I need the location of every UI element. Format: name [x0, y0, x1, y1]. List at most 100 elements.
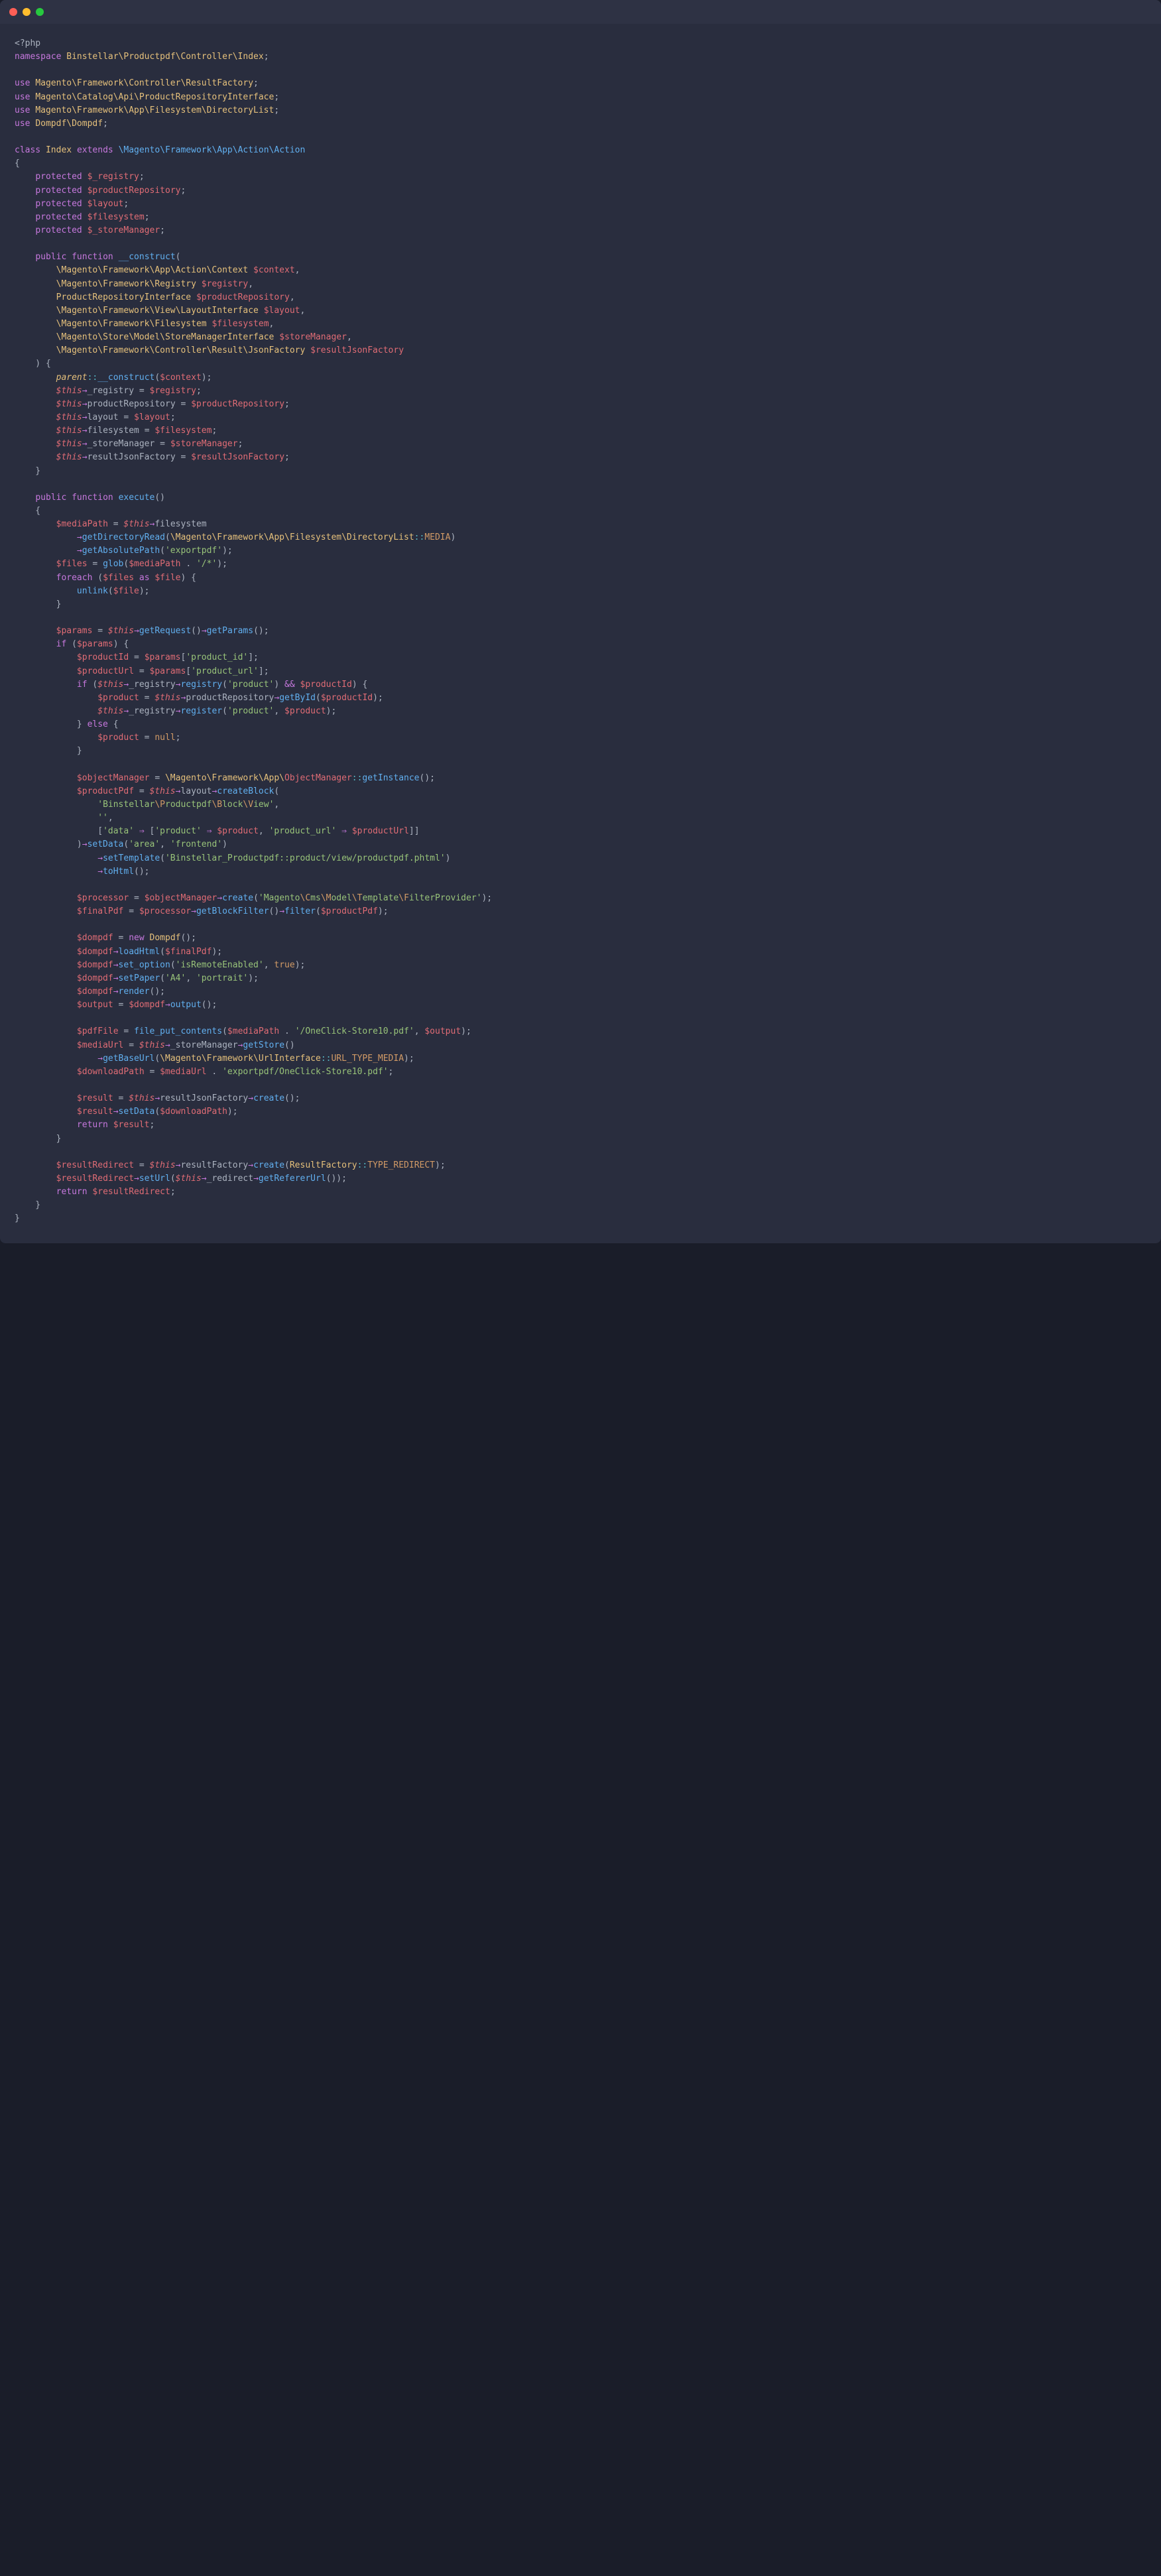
str: 'exportpdf': [165, 546, 222, 556]
fn: execute: [119, 493, 155, 503]
prop: layout: [180, 786, 212, 796]
var: $mediaPath: [129, 559, 180, 569]
arrow: →: [82, 439, 88, 449]
var: $product: [97, 733, 139, 743]
kw: protected: [35, 172, 82, 182]
kw: new: [129, 933, 144, 943]
esc: \T: [352, 893, 363, 903]
str: 'product_url': [191, 666, 259, 676]
cls: ResultFactory: [290, 1160, 357, 1170]
code-editor[interactable]: <?php namespace Binstellar\Productpdf\Co…: [0, 24, 1161, 1243]
this: $this: [154, 693, 180, 703]
use: Magento\Framework\App\Filesystem\Directo…: [35, 105, 274, 115]
prop: _registry: [88, 386, 134, 396]
this: $this: [56, 439, 82, 449]
use: Magento\Catalog\Api\ProductRepositoryInt…: [35, 92, 274, 102]
str: 'product_url': [269, 826, 337, 836]
this: $this: [123, 519, 149, 529]
var: $filesystem: [154, 426, 212, 436]
prop: $_registry: [88, 172, 139, 182]
kw: public: [35, 252, 66, 262]
var: $resultRedirect: [56, 1174, 134, 1184]
this: $this: [56, 399, 82, 409]
fn: glob: [103, 559, 123, 569]
kw: function: [72, 493, 113, 503]
prop: productRepository: [186, 693, 274, 703]
var: $mediaUrl: [77, 1040, 123, 1050]
fn: setPaper: [119, 973, 160, 983]
this: $this: [150, 1160, 176, 1170]
var: $product: [97, 693, 139, 703]
maximize-icon[interactable]: [36, 8, 44, 16]
var: $params: [145, 652, 181, 662]
kw: foreach: [56, 573, 93, 583]
fn: getBaseUrl: [103, 1054, 154, 1064]
prop: resultJsonFactory: [88, 452, 176, 462]
fn: registry: [180, 680, 222, 690]
kw: function: [72, 252, 113, 262]
var: $downloadPath: [77, 1067, 145, 1077]
kw: protected: [35, 225, 82, 235]
close-icon[interactable]: [9, 8, 17, 16]
const: URL_TYPE_MEDIA: [331, 1054, 404, 1064]
arrow: →: [113, 1107, 119, 1117]
fn: createBlock: [217, 786, 274, 796]
arrow: →: [253, 1174, 259, 1184]
arrow: →: [82, 426, 88, 436]
scope: ::: [414, 532, 425, 542]
var: $dompdf: [77, 947, 113, 957]
var: $product: [217, 826, 259, 836]
type: \Magento\Framework\App\Action\Context: [56, 265, 249, 275]
t: lock: [222, 800, 243, 810]
var: $storeManager: [279, 332, 347, 342]
const: TYPE_REDIRECT: [367, 1160, 435, 1170]
fn: create: [253, 1160, 284, 1170]
fn: create: [253, 1093, 284, 1103]
arrow: →: [165, 1000, 170, 1010]
str: 'Binstellar_Productpdf::product/view/pro…: [165, 853, 446, 863]
var: $productPdf: [321, 906, 378, 916]
str: 'product': [154, 826, 201, 836]
var: $productId: [300, 680, 352, 690]
type: \Magento\Framework\Filesystem: [56, 319, 207, 329]
kw: class: [15, 145, 40, 155]
str: 'product_id': [186, 652, 248, 662]
var: $layout: [264, 306, 300, 316]
this: $this: [56, 426, 82, 436]
cls: ObjectManager: [284, 773, 352, 783]
var: $registry: [150, 386, 196, 396]
kw: protected: [35, 199, 82, 209]
prop: layout: [88, 412, 119, 422]
var: $processor: [77, 893, 129, 903]
fn: __construct: [97, 373, 154, 383]
str: '': [97, 813, 108, 823]
kw: if: [77, 680, 88, 690]
str: 'product': [227, 680, 274, 690]
fn: filter: [284, 906, 316, 916]
var: $mediaPath: [227, 1026, 279, 1036]
esc: \M: [321, 893, 332, 903]
var: $files: [103, 573, 134, 583]
prop: $layout: [88, 199, 124, 209]
var: $file: [154, 573, 180, 583]
type: \Magento\Framework\View\LayoutInterface: [56, 306, 259, 316]
minimize-icon[interactable]: [23, 8, 31, 16]
var: $objectManager: [145, 893, 217, 903]
scope: ::: [352, 773, 363, 783]
fn: file_put_contents: [134, 1026, 222, 1036]
cls: \Magento\Framework\UrlInterface: [160, 1054, 321, 1064]
var: $objectManager: [77, 773, 150, 783]
var: $params: [150, 666, 186, 676]
prop: $filesystem: [88, 212, 145, 222]
class-name: Index: [46, 145, 72, 155]
arrow: →: [77, 532, 82, 542]
var: $resultRedirect: [92, 1187, 170, 1197]
bool: true: [274, 960, 294, 970]
arrow: →: [134, 1174, 139, 1184]
type: \Magento\Framework\Registry: [56, 279, 196, 289]
var: $productId: [321, 693, 373, 703]
var: $storeManager: [170, 439, 238, 449]
prop: _registry: [129, 706, 175, 716]
var: $files: [56, 559, 88, 569]
esc: \C: [300, 893, 311, 903]
